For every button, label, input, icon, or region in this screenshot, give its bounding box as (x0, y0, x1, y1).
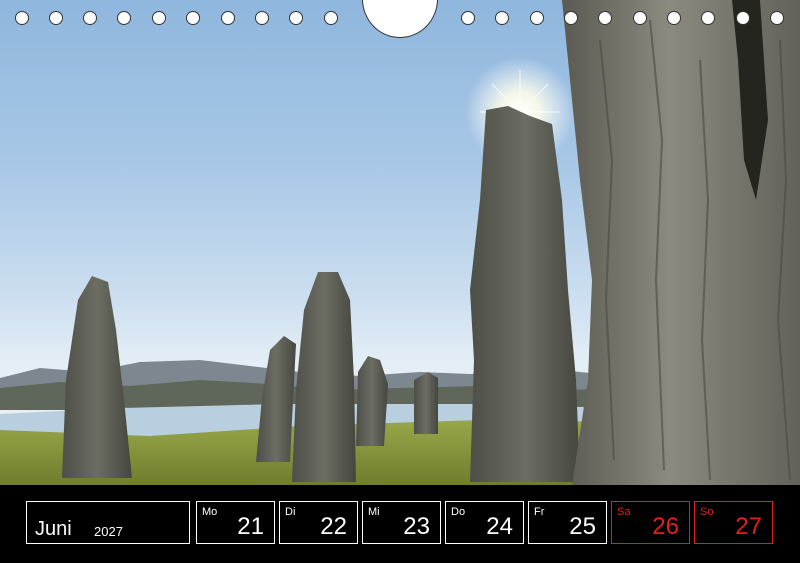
binding-hole (633, 11, 647, 25)
day-number: 27 (735, 513, 762, 540)
hanger-cutout (362, 0, 438, 38)
binding-hole (289, 11, 303, 25)
spiral-binding (0, 0, 800, 40)
weekday-label: Mo (202, 506, 218, 518)
day-number: 25 (569, 513, 596, 540)
binding-hole (324, 11, 338, 25)
binding-hole (15, 11, 29, 25)
month-name: Juni (35, 518, 72, 540)
day-number: 26 (652, 513, 679, 540)
day-number: 21 (237, 513, 264, 540)
binding-hole (598, 11, 612, 25)
day-cell: Fr 25 (528, 501, 607, 544)
binding-hole (564, 11, 578, 25)
day-cell-weekend: So 27 (694, 501, 773, 544)
binding-hole (736, 11, 750, 25)
binding-hole (495, 11, 509, 25)
binding-hole (701, 11, 715, 25)
day-cell-weekend: Sa 26 (611, 501, 690, 544)
month-label-box: Juni 2027 (26, 501, 190, 544)
binding-hole (221, 11, 235, 25)
day-number: 22 (320, 513, 347, 540)
binding-hole (255, 11, 269, 25)
day-cell: Di 22 (279, 501, 358, 544)
binding-hole (530, 11, 544, 25)
binding-hole (152, 11, 166, 25)
weekday-label: Di (285, 506, 296, 518)
binding-hole (117, 11, 131, 25)
day-cell: Mo 21 (196, 501, 275, 544)
weekday-label: So (700, 506, 714, 518)
day-number: 23 (403, 513, 430, 540)
binding-hole (186, 11, 200, 25)
binding-hole (49, 11, 63, 25)
day-cell: Mi 23 (362, 501, 441, 544)
binding-hole (770, 11, 784, 25)
standing-stones-photo (0, 0, 800, 485)
landscape-illustration (0, 0, 800, 485)
month-year: 2027 (94, 524, 123, 539)
day-cell: Do 24 (445, 501, 524, 544)
binding-hole (83, 11, 97, 25)
weekday-label: Sa (617, 506, 631, 518)
weekday-label: Fr (534, 506, 545, 518)
day-number: 24 (486, 513, 513, 540)
weekday-label: Mi (368, 506, 380, 518)
weekday-label: Do (451, 506, 466, 518)
binding-hole (461, 11, 475, 25)
binding-hole (667, 11, 681, 25)
